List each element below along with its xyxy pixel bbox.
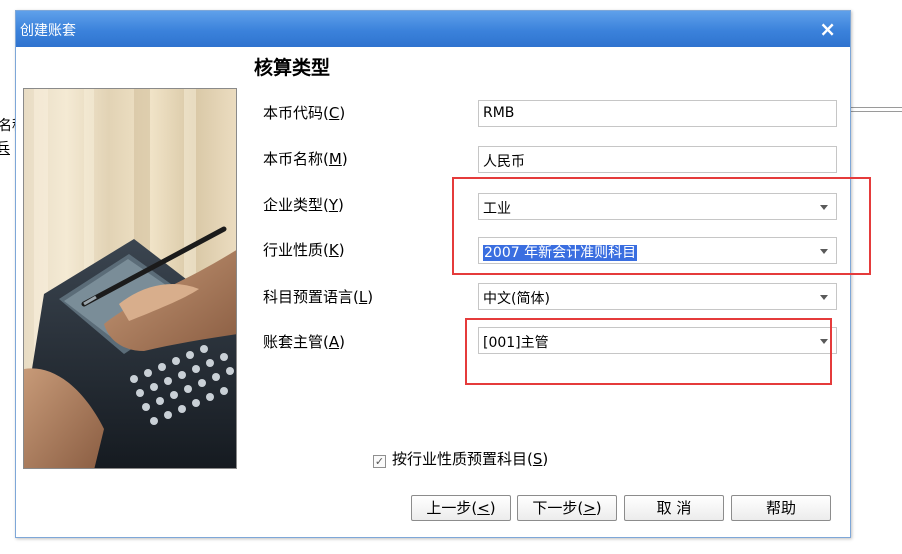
enterprise-type-label: 企业类型(Y) <box>263 196 344 214</box>
background-divider-top <box>851 107 902 108</box>
highlight-box-supervisor <box>465 318 832 385</box>
cancel-button[interactable]: 取 消 <box>624 495 724 521</box>
currency-code-input[interactable]: RMB <box>478 100 837 127</box>
dialog-titlebar[interactable]: 创建账套 × <box>16 11 850 47</box>
help-button[interactable]: 帮助 <box>731 495 831 521</box>
chevron-down-icon[interactable] <box>820 295 828 300</box>
background-divider-bottom <box>851 111 902 112</box>
currency-name-label: 本币名称(M) <box>263 150 348 168</box>
tablet-pen-illustration <box>23 88 237 469</box>
close-icon[interactable]: × <box>819 17 836 41</box>
background-text-fragment: 兵 <box>0 141 10 157</box>
create-account-dialog: 创建账套 × 核算类型 本币代码(C) RMB 本币名称(M) 人民币 企业类型… <box>15 10 871 538</box>
preset-accounts-label: 按行业性质预置科目(S) <box>392 450 549 468</box>
next-step-button[interactable]: 下一步(>) <box>517 495 617 521</box>
account-language-label: 科目预置语言(L) <box>263 288 374 306</box>
currency-code-label: 本币代码(C) <box>263 104 346 122</box>
highlight-box-industry <box>452 177 871 275</box>
industry-nature-label: 行业性质(K) <box>263 241 345 259</box>
preset-accounts-checkbox[interactable]: ✓ <box>373 455 386 468</box>
currency-name-input[interactable]: 人民币 <box>478 146 837 173</box>
prev-step-button[interactable]: 上一步(<) <box>411 495 511 521</box>
dialog-title: 创建账套 <box>20 23 76 39</box>
preset-accounts-checkbox-row[interactable]: ✓ 按行业性质预置科目(S) <box>373 448 548 469</box>
page-title: 核算类型 <box>254 57 331 79</box>
supervisor-label: 账套主管(A) <box>263 333 345 351</box>
account-language-select[interactable]: 中文(简体) <box>478 283 837 310</box>
account-language-value: 中文(简体) <box>483 291 550 307</box>
